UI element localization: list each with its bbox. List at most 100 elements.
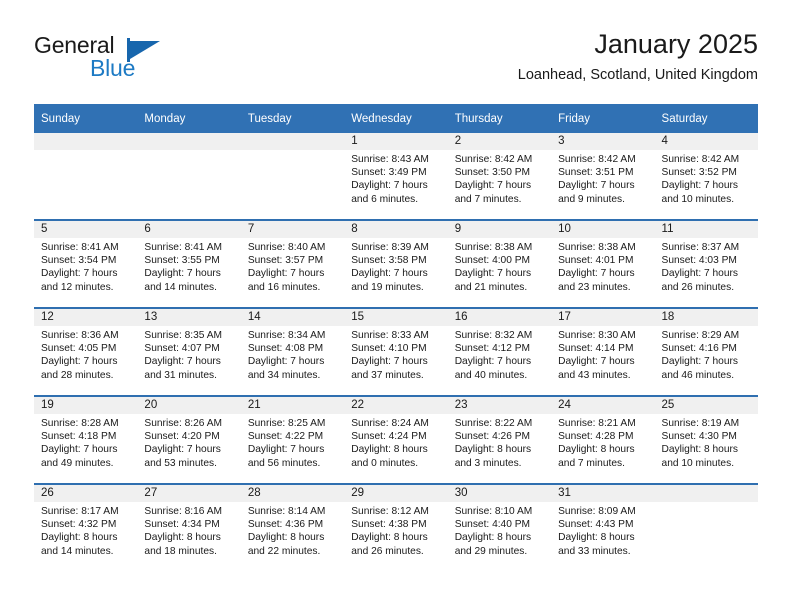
day-cell-inner: 28 Sunrise: 8:14 AM Sunset: 4:36 PM Dayligh… [240, 485, 345, 571]
sunset-time: Sunset: 4:10 PM [351, 343, 427, 355]
sunrise-time: Sunrise: 8:37 AM [661, 242, 740, 253]
calendar-day-cell[interactable]: 27 Sunrise: 8:16 AM Sunset: 4:34 PM Dayligh… [137, 483, 241, 571]
day-number: 7 [240, 221, 345, 238]
day-cell-inner: 25 Sunrise: 8:19 AM Sunset: 4:30 PM Dayligh… [654, 397, 758, 483]
day-number: 11 [654, 221, 758, 238]
day-number: 1 [344, 133, 448, 150]
calendar-day-cell[interactable]: 2 Sunrise: 8:42 AM Sunset: 3:50 PM Daylight… [447, 133, 552, 220]
sunrise-time: Sunrise: 8:16 AM [144, 506, 223, 517]
calendar-day-cell-empty [34, 133, 138, 220]
calendar-day-cell[interactable]: 21 Sunrise: 8:25 AM Sunset: 4:22 PM Dayligh… [240, 395, 345, 484]
sunset-time: Sunset: 4:43 PM [558, 519, 634, 531]
daylight-duration-line2: and 10 minutes. [661, 457, 735, 469]
daylight-duration-line2: and 18 minutes. [144, 545, 217, 557]
sunrise-time: Sunrise: 8:22 AM [454, 418, 533, 429]
title-block: January 2025 Loanhead, Scotland, United … [518, 28, 758, 86]
weekday-header-row: Sunday Monday Tuesday Wednesday Thursday… [34, 104, 758, 133]
calendar-day-cell[interactable]: 8 Sunrise: 8:39 AM Sunset: 3:58 PM Daylight… [344, 219, 448, 308]
calendar-day-cell[interactable]: 19 Sunrise: 8:28 AM Sunset: 4:18 PM Dayligh… [34, 395, 138, 484]
calendar-day-cell-empty [240, 133, 345, 220]
calendar-day-cell[interactable]: 16 Sunrise: 8:32 AM Sunset: 4:12 PM Dayligh… [447, 307, 552, 396]
calendar-day-cell[interactable]: 10 Sunrise: 8:38 AM Sunset: 4:01 PM Dayligh… [551, 219, 655, 308]
calendar-day-cell-empty [654, 483, 758, 571]
calendar-day-cell[interactable]: 18 Sunrise: 8:29 AM Sunset: 4:16 PM Dayligh… [654, 307, 758, 396]
calendar-day-cell[interactable]: 31 Sunrise: 8:09 AM Sunset: 4:43 PM Dayligh… [551, 483, 655, 571]
day-cell-inner: 11 Sunrise: 8:37 AM Sunset: 4:03 PM Dayligh… [654, 221, 758, 307]
calendar-day-cell[interactable]: 14 Sunrise: 8:34 AM Sunset: 4:08 PM Dayligh… [240, 307, 345, 396]
sunrise-time: Sunrise: 8:34 AM [247, 330, 326, 341]
daylight-duration-line1: Daylight: 8 hours [351, 444, 428, 456]
day-number: 23 [447, 397, 552, 414]
calendar-day-cell[interactable]: 6 Sunrise: 8:41 AM Sunset: 3:55 PM Daylight… [137, 219, 241, 308]
calendar-day-cell[interactable]: 22 Sunrise: 8:24 AM Sunset: 4:24 PM Dayligh… [344, 395, 448, 484]
sunrise-time: Sunrise: 8:42 AM [454, 154, 533, 165]
day-number [240, 133, 345, 150]
sunset-time: Sunset: 4:05 PM [41, 343, 117, 355]
page-header: General Blue January 2025 Loanhead, Scot… [34, 28, 758, 96]
sunset-time: Sunset: 3:51 PM [558, 167, 634, 179]
day-number: 19 [34, 397, 138, 414]
calendar-day-cell[interactable]: 25 Sunrise: 8:19 AM Sunset: 4:30 PM Dayligh… [654, 395, 758, 484]
sunrise-sunset-calendar-table: Sunday Monday Tuesday Wednesday Thursday… [34, 104, 758, 571]
calendar-day-cell[interactable]: 7 Sunrise: 8:40 AM Sunset: 3:57 PM Daylight… [240, 219, 345, 308]
calendar-day-cell[interactable]: 4 Sunrise: 8:42 AM Sunset: 3:52 PM Daylight… [654, 133, 758, 220]
calendar-day-cell[interactable]: 17 Sunrise: 8:30 AM Sunset: 4:14 PM Dayligh… [551, 307, 655, 396]
calendar-day-cell[interactable]: 26 Sunrise: 8:17 AM Sunset: 4:32 PM Dayligh… [34, 483, 138, 571]
day-sun-info: Sunrise: 8:32 AM Sunset: 4:12 PM Daylight:… [448, 326, 551, 382]
daylight-duration-line1: Daylight: 7 hours [661, 268, 738, 280]
daylight-duration-line1: Daylight: 7 hours [41, 356, 118, 368]
day-sun-info: Sunrise: 8:22 AM Sunset: 4:26 PM Daylight:… [448, 414, 551, 470]
day-cell-inner: 7 Sunrise: 8:40 AM Sunset: 3:57 PM Daylight… [240, 221, 345, 307]
sunset-time: Sunset: 4:01 PM [558, 255, 634, 267]
weekday-header-saturday: Saturday [654, 104, 758, 133]
calendar-day-cell[interactable]: 5 Sunrise: 8:41 AM Sunset: 3:54 PM Daylight… [34, 219, 138, 308]
calendar-day-cell[interactable]: 20 Sunrise: 8:26 AM Sunset: 4:20 PM Dayligh… [137, 395, 241, 484]
day-number [34, 133, 138, 150]
calendar-day-cell[interactable]: 1 Sunrise: 8:43 AM Sunset: 3:49 PM Daylight… [344, 133, 448, 220]
sunrise-time: Sunrise: 8:42 AM [558, 154, 636, 165]
sunrise-time: Sunrise: 8:12 AM [351, 506, 429, 517]
day-cell-inner [654, 485, 758, 571]
day-number: 8 [344, 221, 448, 238]
calendar-day-cell[interactable]: 15 Sunrise: 8:33 AM Sunset: 4:10 PM Dayligh… [344, 307, 448, 396]
daylight-duration-line2: and 37 minutes. [351, 369, 424, 381]
day-sun-info: Sunrise: 8:33 AM Sunset: 4:10 PM Daylight:… [344, 326, 447, 382]
day-number: 16 [447, 309, 552, 326]
calendar-week-row: 26 Sunrise: 8:17 AM Sunset: 4:32 PM Dayligh… [34, 483, 758, 571]
daylight-duration-line1: Daylight: 7 hours [661, 356, 738, 368]
calendar-day-cell[interactable]: 12 Sunrise: 8:36 AM Sunset: 4:05 PM Dayligh… [34, 307, 138, 396]
calendar-day-cell[interactable]: 3 Sunrise: 8:42 AM Sunset: 3:51 PM Daylight… [551, 133, 655, 220]
daylight-duration-line1: Daylight: 8 hours [144, 532, 221, 544]
sunset-time: Sunset: 4:34 PM [144, 519, 220, 531]
calendar-body: 1 Sunrise: 8:43 AM Sunset: 3:49 PM Daylight… [34, 133, 758, 571]
day-sun-info: Sunrise: 8:09 AM Sunset: 4:43 PM Daylight:… [551, 502, 654, 558]
general-blue-logo: General Blue [34, 32, 214, 88]
day-cell-inner: 20 Sunrise: 8:26 AM Sunset: 4:20 PM Dayligh… [137, 397, 241, 483]
calendar-day-cell[interactable]: 11 Sunrise: 8:37 AM Sunset: 4:03 PM Dayligh… [654, 219, 758, 308]
calendar-week-row: 5 Sunrise: 8:41 AM Sunset: 3:54 PM Daylight… [34, 219, 758, 308]
daylight-duration-line1: Daylight: 7 hours [351, 268, 428, 280]
day-sun-info: Sunrise: 8:42 AM Sunset: 3:52 PM Daylight:… [655, 150, 758, 206]
daylight-duration-line2: and 7 minutes. [558, 457, 625, 469]
daylight-duration-line2: and 14 minutes. [144, 281, 217, 293]
day-number: 12 [34, 309, 138, 326]
day-number: 27 [137, 485, 241, 502]
calendar-day-cell[interactable]: 13 Sunrise: 8:35 AM Sunset: 4:07 PM Dayligh… [137, 307, 241, 396]
sunset-time: Sunset: 4:14 PM [558, 343, 634, 355]
sunset-time: Sunset: 3:55 PM [144, 255, 220, 267]
calendar-day-cell[interactable]: 28 Sunrise: 8:14 AM Sunset: 4:36 PM Dayligh… [240, 483, 345, 571]
calendar-day-cell[interactable]: 29 Sunrise: 8:12 AM Sunset: 4:38 PM Dayligh… [344, 483, 448, 571]
daylight-duration-line1: Daylight: 7 hours [41, 268, 118, 280]
day-sun-info: Sunrise: 8:16 AM Sunset: 4:34 PM Daylight:… [137, 502, 240, 558]
calendar-day-cell[interactable]: 23 Sunrise: 8:22 AM Sunset: 4:26 PM Dayligh… [447, 395, 552, 484]
calendar-day-cell[interactable]: 30 Sunrise: 8:10 AM Sunset: 4:40 PM Dayligh… [447, 483, 552, 571]
calendar-week-row: 19 Sunrise: 8:28 AM Sunset: 4:18 PM Dayligh… [34, 395, 758, 484]
day-sun-info: Sunrise: 8:39 AM Sunset: 3:58 PM Daylight:… [344, 238, 447, 294]
calendar-day-cell[interactable]: 9 Sunrise: 8:38 AM Sunset: 4:00 PM Daylight… [447, 219, 552, 308]
day-sun-info: Sunrise: 8:26 AM Sunset: 4:20 PM Daylight:… [137, 414, 240, 470]
calendar-day-cell[interactable]: 24 Sunrise: 8:21 AM Sunset: 4:28 PM Dayligh… [551, 395, 655, 484]
calendar-week-row: 1 Sunrise: 8:43 AM Sunset: 3:49 PM Daylight… [34, 133, 758, 220]
daylight-duration-line1: Daylight: 8 hours [41, 532, 118, 544]
daylight-duration-line1: Daylight: 7 hours [41, 444, 118, 456]
daylight-duration-line1: Daylight: 8 hours [351, 532, 428, 544]
